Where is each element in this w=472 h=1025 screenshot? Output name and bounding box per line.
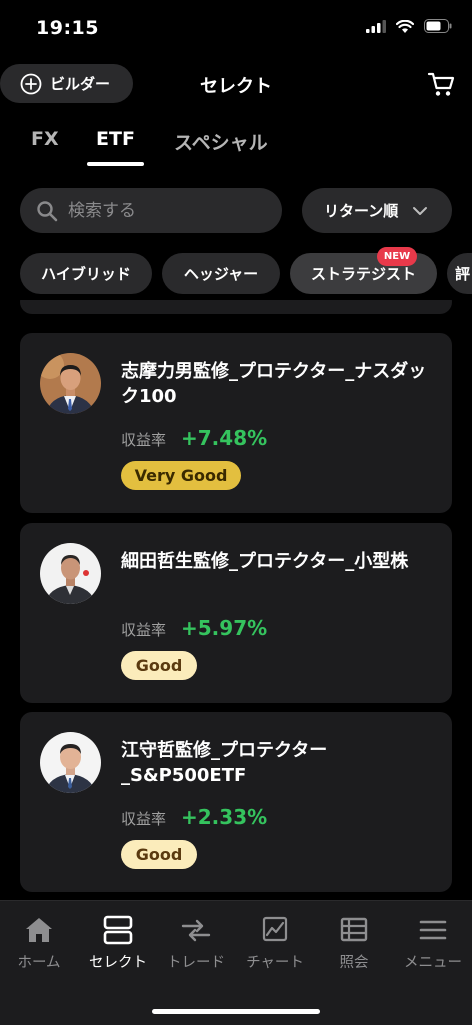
tab-special[interactable]: スペシャル: [174, 128, 268, 155]
chart-icon: [259, 915, 291, 945]
return-value: +7.48%: [181, 426, 268, 450]
sort-dropdown[interactable]: リターン順: [302, 188, 452, 233]
avatar: [40, 543, 101, 604]
builder-button[interactable]: ビルダー: [0, 64, 133, 103]
nav-label: セレクト: [89, 955, 147, 971]
nav-label: メニュー: [404, 955, 462, 971]
nav-label: チャート: [246, 955, 304, 971]
nav-menu[interactable]: メニュー: [393, 915, 472, 975]
nav-inquiry[interactable]: 照会: [314, 915, 394, 975]
nav-home[interactable]: ホーム: [0, 915, 79, 975]
bottom-nav: ホーム セレクト トレード チャート 照会 メニュー: [0, 900, 472, 1025]
card-partial: [20, 300, 452, 314]
nav-chart[interactable]: チャート: [235, 915, 315, 975]
cart-button[interactable]: [426, 69, 456, 99]
nav-label: トレード: [167, 955, 225, 971]
market-tabs: FX ETF スペシャル: [0, 122, 472, 168]
sort-label: リターン順: [324, 202, 399, 220]
nav-label: 照会: [339, 955, 369, 971]
strategy-title: 細田哲生監修_プロテクター_小型株: [121, 551, 409, 572]
nav-label: ホーム: [17, 955, 61, 971]
search-box[interactable]: [20, 188, 282, 233]
return-value: +2.33%: [181, 805, 268, 829]
status-icons: [366, 19, 452, 33]
strategy-card[interactable]: 細田哲生監修_プロテクター_小型株 収益率 +5.97% Good: [20, 523, 452, 703]
strategy-list: 志摩力男監修_プロテクター_ナスダック100 収益率 +7.48% Very G…: [20, 300, 452, 900]
strategy-card[interactable]: 江守哲監修_プロテクター_S&P500ETF 収益率 +2.33% Good: [20, 712, 452, 892]
add-circle-icon: [20, 73, 42, 94]
builder-label: ビルダー: [50, 75, 111, 93]
rating-badge: Very Good: [121, 461, 241, 490]
cart-icon: [427, 72, 455, 96]
battery-icon: [424, 19, 452, 33]
return-label: 収益率: [121, 431, 167, 449]
new-badge: NEW: [377, 247, 417, 266]
menu-icon: [417, 915, 449, 945]
strategy-title: 志摩力男監修_プロテクター_ナスダック100: [121, 361, 427, 407]
trade-icon: [180, 915, 212, 945]
rating-badge: Good: [121, 651, 197, 680]
home-icon: [23, 915, 55, 945]
search-icon: [37, 200, 58, 221]
wifi-icon: [396, 19, 414, 33]
home-indicator: [152, 1009, 320, 1014]
header: セレクト ビルダー: [0, 60, 472, 106]
tab-fx[interactable]: FX: [31, 128, 59, 150]
nav-select[interactable]: セレクト: [78, 915, 158, 975]
chip-hybrid[interactable]: ハイブリッド: [20, 253, 152, 294]
cellular-signal-icon: [366, 19, 386, 33]
rating-badge: Good: [121, 840, 197, 869]
return-value: +5.97%: [181, 616, 268, 640]
chip-hedger[interactable]: ヘッジャー: [162, 253, 280, 294]
select-icon: [102, 915, 134, 945]
chevron-down-icon: [413, 206, 428, 215]
inquiry-icon: [338, 915, 370, 945]
avatar: [40, 732, 101, 793]
chip-rating[interactable]: 評: [447, 253, 472, 294]
strategy-card[interactable]: 志摩力男監修_プロテクター_ナスダック100 収益率 +7.48% Very G…: [20, 333, 452, 513]
avatar: [40, 353, 101, 414]
strategy-title: 江守哲監修_プロテクター_S&P500ETF: [121, 740, 328, 786]
tab-active-indicator: [87, 162, 144, 166]
return-label: 収益率: [121, 621, 167, 639]
return-label: 収益率: [121, 810, 167, 828]
status-bar: 19:15: [0, 0, 472, 56]
nav-trade[interactable]: トレード: [156, 915, 236, 975]
search-input[interactable]: [68, 200, 268, 221]
tab-etf[interactable]: ETF: [96, 128, 135, 150]
status-time: 19:15: [36, 17, 99, 39]
